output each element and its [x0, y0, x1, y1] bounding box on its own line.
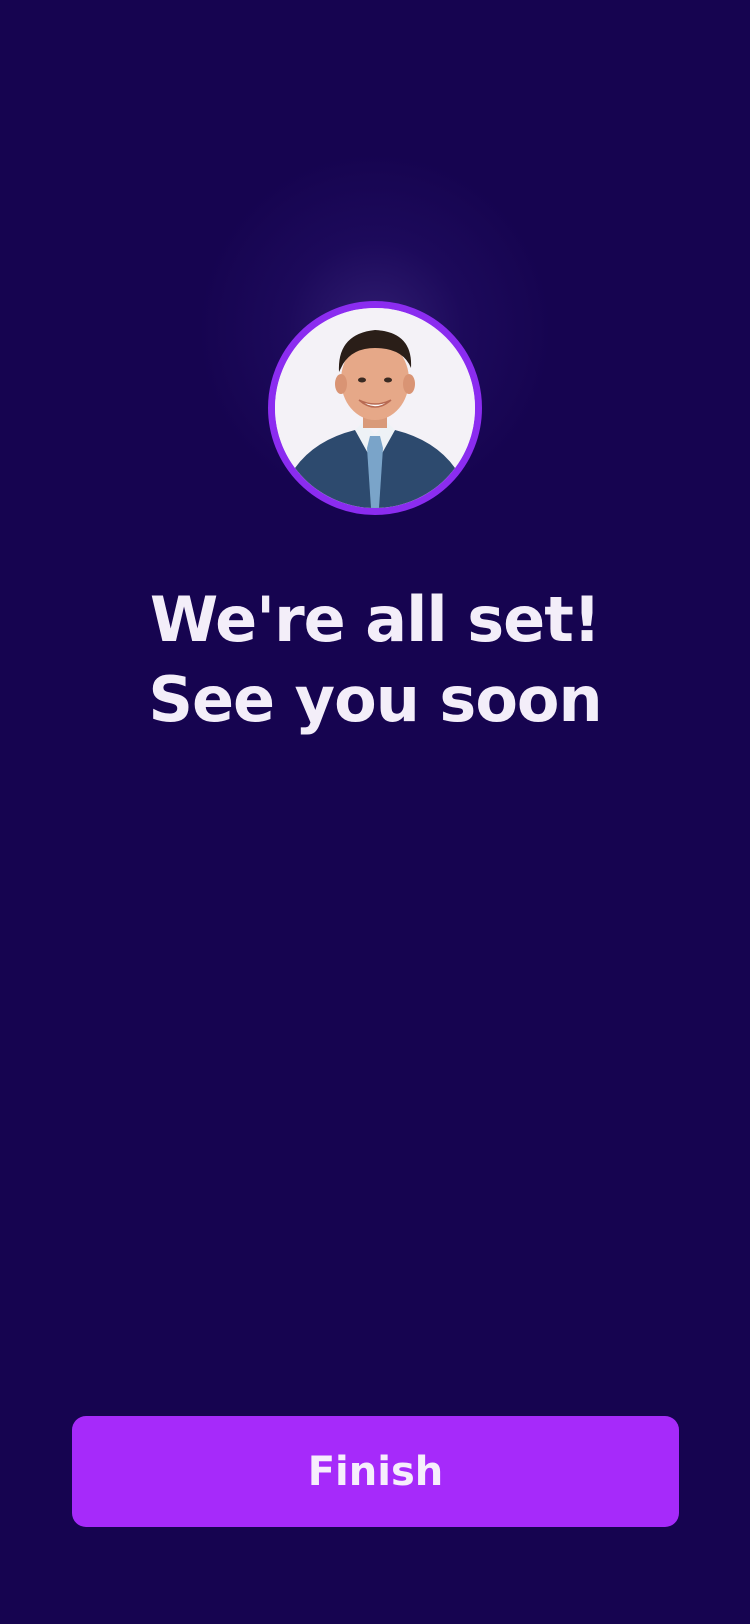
avatar	[268, 301, 482, 515]
profile-photo-icon	[275, 308, 475, 508]
headline-line-2: See you soon	[148, 663, 602, 736]
finish-button[interactable]: Finish	[72, 1416, 679, 1527]
headline: We're all set! See you soon	[0, 580, 750, 740]
headline-line-1: We're all set!	[149, 583, 601, 656]
